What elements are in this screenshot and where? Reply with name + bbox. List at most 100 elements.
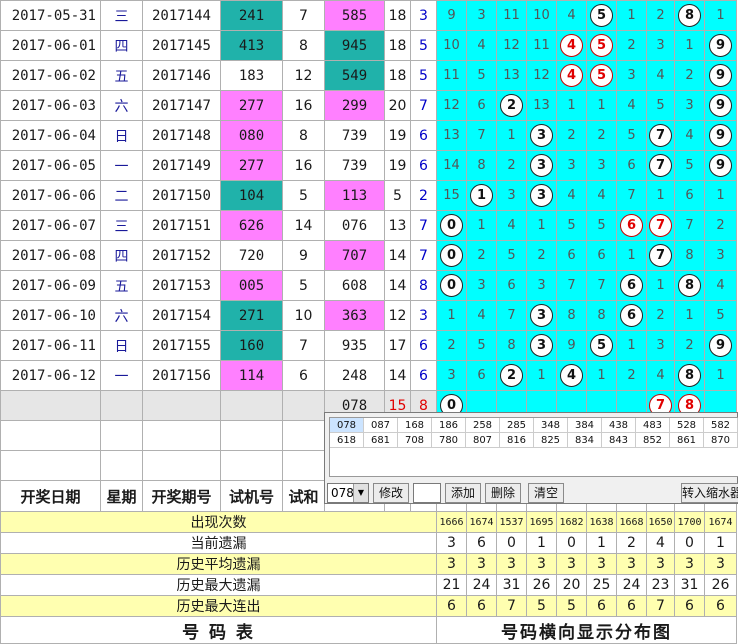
code-item[interactable]: 807 (465, 432, 500, 448)
code-item[interactable]: 870 (703, 432, 738, 448)
stat-value: 5 (526, 595, 557, 617)
dist-cell-7: 5 (646, 90, 675, 121)
number-ball: 9 (709, 334, 732, 357)
draw-number: 076 (324, 210, 385, 241)
issue-number: 2017148 (142, 120, 221, 151)
code-item[interactable]: 348 (533, 418, 568, 433)
chevron-down-icon[interactable]: ▼ (353, 484, 368, 502)
dist-cell-7: 7 (646, 210, 675, 241)
dist-cell-9: 9 (704, 120, 737, 151)
code-item[interactable]: 825 (533, 432, 568, 448)
add-button[interactable]: 添加 (445, 483, 481, 503)
test-sum: 8 (282, 120, 325, 151)
code-item[interactable]: 843 (601, 432, 636, 448)
code-item[interactable]: 780 (431, 432, 466, 448)
blank-cell (220, 390, 283, 421)
draw-sum: 14 (384, 270, 411, 301)
draw-date: 2017-06-04 (0, 120, 101, 151)
test-sum: 10 (282, 300, 325, 331)
dist-cell-3: 11 (526, 30, 557, 61)
dist-cell-4: 4 (556, 60, 587, 91)
code-item[interactable]: 168 (397, 418, 432, 433)
dist-cell-1: 8 (466, 150, 497, 181)
number-ball: 6 (620, 304, 643, 327)
stat-value: 3 (466, 553, 497, 575)
stat-value: 0 (496, 532, 527, 554)
number-combo[interactable]: 078 ▼ (327, 483, 369, 503)
code-item[interactable]: 861 (669, 432, 704, 448)
code-item[interactable]: 708 (397, 432, 432, 448)
dist-cell-1: 7 (466, 120, 497, 151)
code-item[interactable]: 384 (567, 418, 602, 433)
number-ball: 2 (500, 364, 523, 387)
test-sum: 5 (282, 270, 325, 301)
stat-value: 6 (704, 595, 737, 617)
stat-value: 1638 (586, 511, 617, 533)
weekday: 四 (100, 240, 143, 271)
draw-number: 707 (324, 240, 385, 271)
number-ball: 3 (530, 334, 553, 357)
dist-cell-2: 13 (496, 60, 527, 91)
draw-span: 7 (410, 240, 437, 271)
header-weekday: 星期 (100, 480, 143, 512)
test-number: 413 (220, 30, 283, 61)
dist-cell-9: 5 (704, 300, 737, 331)
transfer-button[interactable]: 转入缩水器 (681, 483, 738, 503)
clear-button[interactable]: 清空 (528, 483, 564, 503)
test-number: 720 (220, 240, 283, 271)
issue-number: 2017153 (142, 270, 221, 301)
lottery-history-table: 2017-05-31 三 2017144 241 7 585 18 3 9 3 11 10 4 5 1 2 8 1… (0, 0, 737, 644)
dist-cell-7: 3 (646, 330, 675, 361)
code-item[interactable]: 087 (363, 418, 398, 433)
dist-cell-0: 3 (436, 360, 467, 391)
draw-number: 739 (324, 120, 385, 151)
delete-button[interactable]: 删除 (485, 483, 521, 503)
code-item[interactable]: 483 (635, 418, 670, 433)
code-item[interactable]: 852 (635, 432, 670, 448)
stat-value: 25 (586, 574, 617, 596)
stat-value: 3 (674, 553, 705, 575)
table-row: 2017-06-11 日 2017155 160 7 935 17 6 2 5 8 3 9 5 1 3 2 9 (0, 330, 737, 361)
modify-button[interactable]: 修改 (373, 483, 409, 503)
dist-cell-9: 1 (704, 360, 737, 391)
weekday: 日 (100, 120, 143, 151)
dist-cell-6: 5 (616, 120, 647, 151)
code-item[interactable]: 258 (465, 418, 500, 433)
issue-number: 2017154 (142, 300, 221, 331)
code-item[interactable]: 816 (499, 432, 534, 448)
dist-cell-7: 1 (646, 270, 675, 301)
code-item[interactable]: 582 (703, 418, 738, 433)
code-item[interactable]: 285 (499, 418, 534, 433)
code-item[interactable]: 438 (601, 418, 636, 433)
code-item[interactable]: 681 (363, 432, 398, 448)
code-item[interactable]: 834 (567, 432, 602, 448)
test-number: 114 (220, 360, 283, 391)
dist-cell-8: 1 (674, 300, 705, 331)
code-item[interactable]: 078 (330, 418, 364, 433)
dist-cell-2: 3 (496, 180, 527, 211)
dist-cell-2: 7 (496, 300, 527, 331)
dist-cell-6: 6 (616, 210, 647, 241)
test-sum: 16 (282, 90, 325, 121)
blank-cell (282, 420, 325, 451)
code-item[interactable]: 528 (669, 418, 704, 433)
weekday: 三 (100, 0, 143, 31)
number-input[interactable] (413, 483, 441, 503)
draw-sum: 14 (384, 240, 411, 271)
stat-value: 6 (436, 595, 467, 617)
dist-cell-3: 3 (526, 180, 557, 211)
blank-cell (282, 390, 325, 421)
code-item[interactable]: 618 (330, 432, 364, 448)
dist-cell-7: 4 (646, 360, 675, 391)
draw-span: 5 (410, 60, 437, 91)
test-number: 277 (220, 150, 283, 181)
footer-number-table-title: 号 码 表 (0, 616, 437, 644)
number-list-box[interactable]: 078 087 168 186 258 285 348 384 438 483 528 582 618 6… (329, 417, 738, 477)
dist-cell-3: 1 (526, 360, 557, 391)
code-item[interactable]: 186 (431, 418, 466, 433)
dist-cell-7: 4 (646, 60, 675, 91)
table-row: 2017-06-06 二 2017150 104 5 113 5 2 15 1 3 3 4 4 7 1 6 1 (0, 180, 737, 211)
stat-value: 5 (556, 595, 587, 617)
draw-date: 2017-06-11 (0, 330, 101, 361)
test-number: 277 (220, 90, 283, 121)
